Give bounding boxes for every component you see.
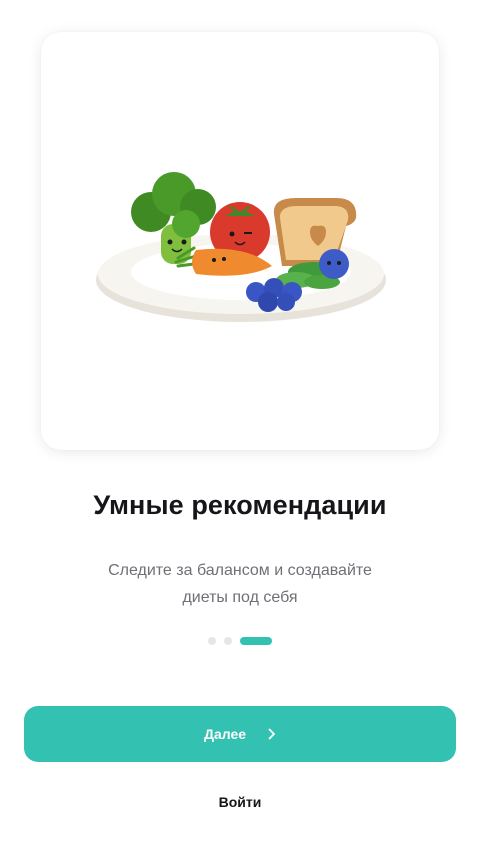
- pagination-dots: [208, 637, 272, 645]
- subtitle-line-2: диеты под себя: [182, 589, 298, 606]
- food-plate-illustration: [96, 172, 386, 322]
- pagination-dot-3-active[interactable]: [240, 637, 272, 645]
- next-button-label: Далее: [203, 726, 247, 742]
- subtitle-line-1: Следите за балансом и создавайте: [108, 562, 372, 579]
- illustration-card: [41, 32, 439, 450]
- pagination-dot-2[interactable]: [224, 637, 232, 645]
- next-button[interactable]: Далее: [24, 706, 456, 762]
- login-link[interactable]: Войти: [0, 794, 480, 810]
- chevron-right-icon: [268, 728, 276, 740]
- pagination-dot-1[interactable]: [208, 637, 216, 645]
- page-subtitle: Следите за балансом и создавайте диеты п…: [90, 557, 390, 611]
- page-title: Умные рекомендации: [93, 490, 387, 520]
